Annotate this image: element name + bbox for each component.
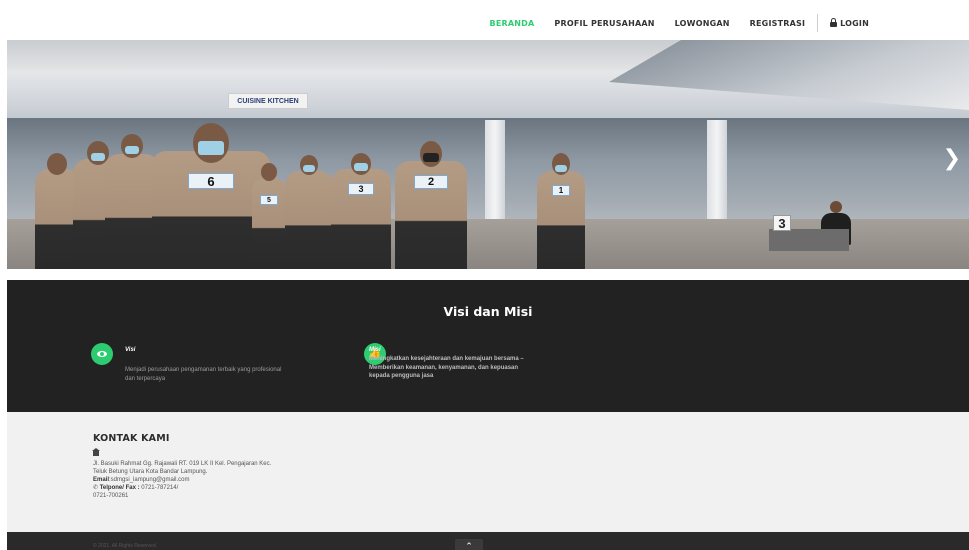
guard-head bbox=[47, 153, 67, 175]
hero-pillar bbox=[707, 120, 727, 230]
guard-mask bbox=[354, 163, 368, 171]
guard-mask bbox=[125, 146, 139, 154]
email-row: Email:sdmgsi_lampung@gmail.com bbox=[93, 476, 189, 484]
guard-mask bbox=[555, 165, 567, 172]
misi-heading: Misi bbox=[369, 347, 381, 353]
guard-number-badge: 1 bbox=[552, 185, 570, 196]
phone-icon: ✆ bbox=[93, 485, 100, 491]
top-navbar: BERANDA PROFIL PERUSAHAAN LOWONGAN REGIS… bbox=[0, 0, 969, 42]
phone-row: ✆ Telpone/ Fax : 0721-787214/ bbox=[93, 484, 178, 492]
home-icon bbox=[92, 448, 100, 456]
address-line: Teluk Betung Utara Kota Bandar Lampung. bbox=[93, 469, 208, 475]
hero-guard: 5 bbox=[252, 163, 286, 269]
visi-text-line: dan terpercaya bbox=[125, 375, 166, 382]
hero-guard: 1 bbox=[537, 153, 585, 269]
guard-mask bbox=[198, 141, 224, 155]
hero-desk: 3 bbox=[769, 215, 849, 251]
login-label: LOGIN bbox=[840, 18, 869, 28]
chevron-right-icon[interactable]: ❯ bbox=[943, 148, 961, 170]
guard-head bbox=[261, 163, 277, 181]
kontak-section: KONTAK KAMI Jl. Basuki Rahmat Gg. Rajawa… bbox=[7, 412, 969, 532]
hero-roof-right bbox=[609, 40, 969, 110]
guard-mask bbox=[91, 153, 105, 161]
lock-icon bbox=[830, 17, 838, 27]
guard-number-badge: 5 bbox=[260, 195, 278, 205]
arrow-up-icon[interactable]: ⌃ bbox=[455, 539, 483, 550]
visi-misi-section: Visi dan Misi Visi Menjadi perusahaan pe… bbox=[7, 280, 969, 412]
misi-text-line: kepada pengguna jasa bbox=[369, 373, 434, 379]
visi-heading: Visi bbox=[125, 347, 136, 353]
visi-misi-title: Visi dan Misi bbox=[443, 304, 533, 319]
footer: © 2021. All Rights Reserved. ⌃ bbox=[7, 532, 969, 550]
guard-number-badge: 2 bbox=[414, 175, 448, 189]
login-link[interactable]: LOGIN bbox=[830, 17, 869, 28]
hero-guard: 3 bbox=[331, 153, 391, 269]
desk-number-tag: 3 bbox=[773, 215, 791, 231]
guard-number-badge: 3 bbox=[348, 183, 374, 195]
hero-guard bbox=[105, 134, 159, 269]
phone-label: Telpone/ Fax : bbox=[99, 485, 140, 491]
phone-value-2: 0721-700261 bbox=[93, 493, 129, 499]
nav-item-lowongan[interactable]: LOWONGAN bbox=[675, 19, 730, 28]
nav-menu: BERANDA PROFIL PERUSAHAAN LOWONGAN REGIS… bbox=[470, 14, 869, 32]
misi-text-line: Memberikan keamanan, kenyamanan, dan kep… bbox=[369, 364, 519, 371]
hero-pillar bbox=[485, 120, 505, 230]
footer-copyright: © 2021. All Rights Reserved. bbox=[93, 543, 157, 549]
nav-item-beranda[interactable]: BERANDA bbox=[490, 19, 535, 28]
nav-item-profil-perusahaan[interactable]: PROFIL PERUSAHAAN bbox=[554, 19, 654, 28]
visi-text-line: Menjadi perusahaan pengamanan terbaik ya… bbox=[125, 367, 282, 373]
nav-divider bbox=[817, 14, 819, 32]
guard-mask bbox=[423, 153, 439, 162]
hero-sign: CUISINE KITCHEN bbox=[228, 93, 308, 109]
email-value[interactable]: :sdmgsi_lampung@gmail.com bbox=[109, 477, 189, 483]
guard-number-badge: 6 bbox=[188, 173, 234, 189]
kontak-title: KONTAK KAMI bbox=[93, 433, 170, 444]
phone-value: 0721-787214/ bbox=[139, 485, 179, 491]
address-line: Jl. Basuki Rahmat Gg. Rajawali RT. 019 L… bbox=[93, 461, 272, 467]
hero-guard: 2 bbox=[395, 141, 467, 269]
misi-text-line: Meningkatkan kesejahteraan dan kemajuan … bbox=[369, 356, 524, 362]
guard-mask bbox=[303, 165, 315, 172]
eye-icon bbox=[91, 343, 113, 365]
hero-guard bbox=[285, 155, 333, 269]
nav-item-registrasi[interactable]: REGISTRASI bbox=[750, 19, 805, 28]
hero-slider: CUISINE KITCHEN 6 5 3 2 1 3 ❯ bbox=[7, 40, 969, 269]
email-label: Email bbox=[93, 477, 110, 483]
